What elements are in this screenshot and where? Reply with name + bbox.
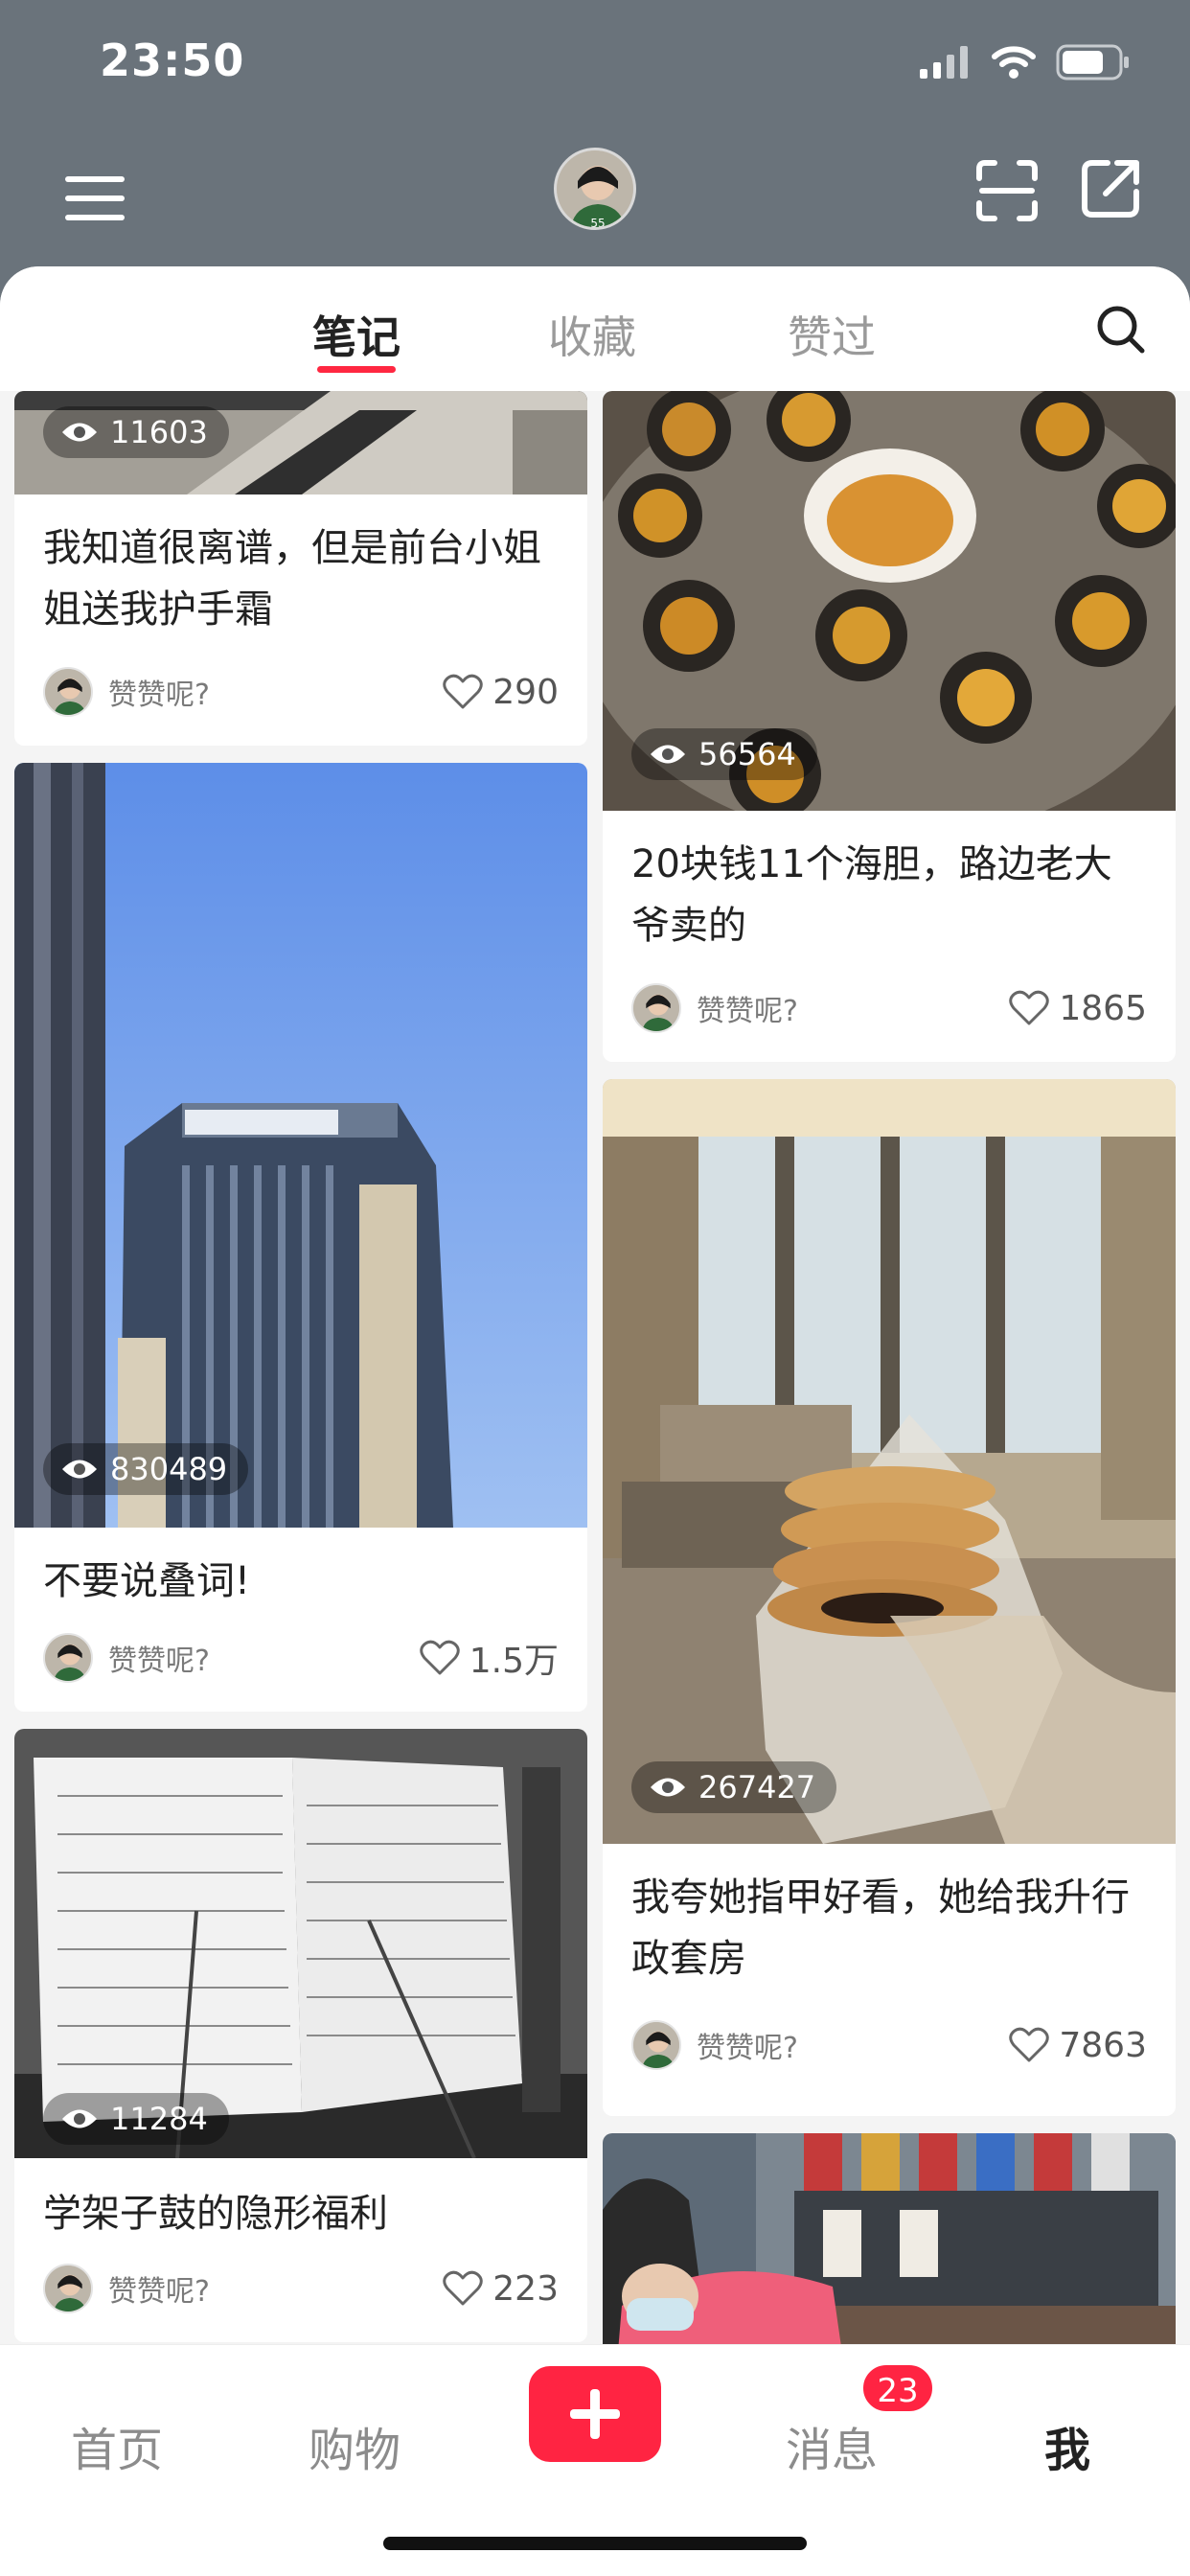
author-name: 赞赞呢? <box>108 1644 210 1678</box>
views-pill: 11284 <box>43 2093 229 2145</box>
author-name: 赞赞呢? <box>697 2032 798 2065</box>
tab-liked[interactable]: 赞过 <box>788 303 876 366</box>
share-button[interactable] <box>1077 155 1144 222</box>
nav-shopping[interactable]: 购物 <box>309 2412 400 2479</box>
plus-icon <box>570 2389 620 2439</box>
active-tab-indicator <box>317 366 396 373</box>
like-count: 223 <box>492 2268 559 2309</box>
nav-home[interactable]: 首页 <box>71 2412 163 2479</box>
home-indicator <box>383 2537 807 2550</box>
like-button[interactable]: 1865 <box>1009 989 1147 1028</box>
nav-messages[interactable]: 消息 <box>786 2412 878 2479</box>
note-cover-image <box>603 1079 1176 1844</box>
note-card[interactable]: 830489 不要说叠词! 赞赞呢? 1.5万 <box>14 763 587 1712</box>
content-sheet: 笔记 收藏 赞过 11603 我知道很离谱，但是前台小姐姐送我护手霜 赞赞呢? … <box>0 266 1190 2576</box>
svg-text:55: 55 <box>590 217 605 230</box>
note-title: 我夸她指甲好看，她给我升行政套房 <box>631 1875 1130 1981</box>
views-pill: 267427 <box>631 1761 837 1813</box>
author-avatar <box>43 1633 93 1683</box>
note-meta: 赞赞呢? 223 <box>43 2262 559 2315</box>
views-count: 11284 <box>110 2101 208 2137</box>
note-cover-image <box>14 763 587 1528</box>
like-count: 1.5万 <box>469 1642 559 1681</box>
status-icons <box>920 44 1131 80</box>
views-count: 56564 <box>698 736 796 772</box>
note-meta: 赞赞呢? 7863 <box>631 2018 1147 2072</box>
bottom-nav: 首页 购物 消息 23 我 <box>0 2344 1190 2576</box>
note-title: 20块钱11个海胆，路边老大爷卖的 <box>631 842 1112 948</box>
status-time: 23:50 <box>100 34 245 86</box>
publish-button[interactable] <box>529 2366 661 2462</box>
note-title: 我知道很离谱，但是前台小姐姐送我护手霜 <box>43 526 541 632</box>
scan-button[interactable] <box>973 157 1041 224</box>
heart-icon <box>1009 2027 1050 2062</box>
message-badge: 23 <box>860 2362 935 2414</box>
like-button[interactable]: 290 <box>443 673 559 712</box>
author-name: 赞赞呢? <box>108 678 210 712</box>
heart-icon <box>419 1640 460 1675</box>
note-card[interactable]: 11284 学架子鼓的隐形福利 赞赞呢? 223 <box>14 1729 587 2342</box>
like-button[interactable]: 1.5万 <box>419 1633 559 1683</box>
signal-icon <box>920 46 968 79</box>
menu-icon <box>65 176 125 220</box>
wifi-icon <box>992 46 1036 79</box>
note-title: 不要说叠词! <box>43 1559 251 1603</box>
status-bar: 23:50 <box>0 0 1190 134</box>
note-meta: 赞赞呢? 290 <box>43 665 559 719</box>
note-card[interactable]: 267427 我夸她指甲好看，她给我升行政套房 赞赞呢? 7863 <box>603 1079 1176 2116</box>
tab-collections[interactable]: 收藏 <box>548 303 636 366</box>
like-count: 290 <box>492 672 559 712</box>
eye-icon <box>62 1460 97 1479</box>
author-avatar <box>43 667 93 717</box>
eye-icon <box>651 1778 685 1797</box>
views-count: 830489 <box>110 1451 228 1487</box>
avatar-image: 55 <box>557 150 633 230</box>
tab-notes[interactable]: 笔记 <box>312 303 400 366</box>
battery-icon <box>1056 44 1129 80</box>
note-card[interactable]: 11603 我知道很离谱，但是前台小姐姐送我护手霜 赞赞呢? 290 <box>14 391 587 746</box>
search-button[interactable] <box>1094 303 1148 356</box>
profile-tabs: 笔记 收藏 赞过 <box>0 266 1190 391</box>
views-count: 267427 <box>698 1769 816 1806</box>
scan-icon <box>976 160 1038 221</box>
like-count: 1865 <box>1059 988 1147 1028</box>
heart-icon <box>443 674 484 709</box>
like-button[interactable]: 7863 <box>1009 2026 1147 2065</box>
views-count: 11603 <box>110 414 208 450</box>
author-avatar <box>43 2264 93 2313</box>
eye-icon <box>651 745 685 764</box>
note-meta: 赞赞呢? 1.5万 <box>43 1631 559 1685</box>
search-icon <box>1097 306 1145 354</box>
author-name: 赞赞呢? <box>108 2275 210 2309</box>
profile-header: 55 <box>0 134 1190 268</box>
author-avatar <box>631 2020 681 2070</box>
like-button[interactable]: 223 <box>443 2269 559 2309</box>
note-meta: 赞赞呢? 1865 <box>631 981 1147 1035</box>
nav-me[interactable]: 我 <box>1044 2412 1090 2479</box>
heart-icon <box>1009 990 1050 1025</box>
note-title: 学架子鼓的隐形福利 <box>43 2192 388 2236</box>
share-icon <box>1082 160 1139 218</box>
heart-icon <box>443 2270 484 2306</box>
eye-icon <box>62 2109 97 2128</box>
author-name: 赞赞呢? <box>697 995 798 1028</box>
menu-button[interactable] <box>59 163 130 234</box>
author-avatar <box>631 983 681 1033</box>
eye-icon <box>62 423 97 442</box>
views-pill: 830489 <box>43 1443 249 1495</box>
views-pill: 56564 <box>631 728 817 780</box>
like-count: 7863 <box>1059 2025 1147 2065</box>
note-card[interactable]: 56564 20块钱11个海胆，路边老大爷卖的 赞赞呢? 1865 <box>603 391 1176 1062</box>
views-pill: 11603 <box>43 406 229 458</box>
profile-avatar[interactable]: 55 <box>554 148 636 230</box>
